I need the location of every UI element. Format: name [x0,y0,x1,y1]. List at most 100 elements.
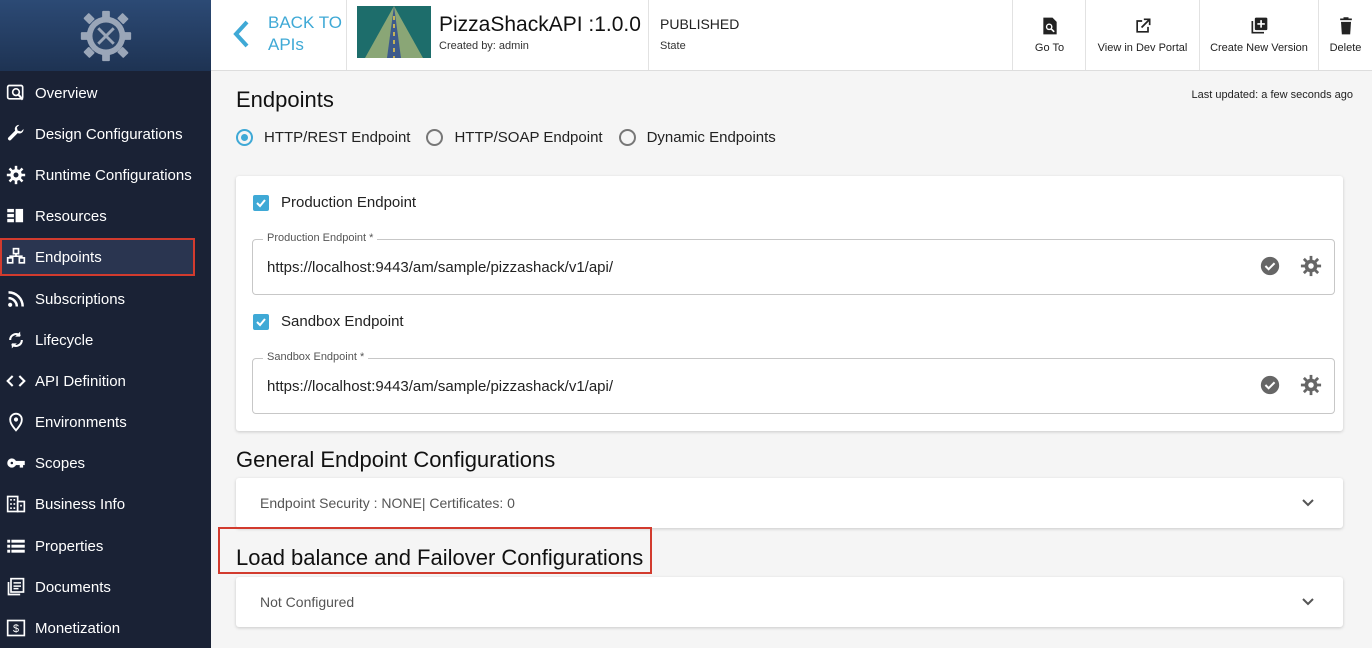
sidebar-item-overview[interactable]: Overview [0,74,211,112]
last-updated: Last updated: a few seconds ago [1191,89,1353,101]
sidebar-item-label: Lifecycle [35,331,94,349]
general-endpoint-configurations-title: General Endpoint Configurations [236,447,556,472]
sidebar-item-label: Environments [35,413,127,431]
rss-icon [0,289,35,309]
sidebar-item-subscriptions[interactable]: Subscriptions [0,280,211,318]
general-endpoint-configurations-accordion[interactable]: Endpoint Security : NONE| Certificates: … [236,478,1343,528]
sidebar-item-label: API Definition [35,372,126,390]
sidebar-item-label: Design Configurations [35,125,183,143]
api-thumbnail [357,6,431,58]
back-to-apis-link[interactable]: BACK TO APIs [211,0,347,70]
add-copy-icon [1251,17,1268,34]
sidebar-item-properties[interactable]: Properties [0,527,211,565]
external-link-icon [1135,18,1150,33]
settings-gear-icon[interactable] [1300,255,1322,277]
sidebar-item-runtime-configurations[interactable]: Runtime Configurations [0,156,211,194]
radio-unselected-icon [618,129,636,146]
sidebar-item-label: Runtime Configurations [35,166,192,184]
delete-button[interactable]: Delete [1318,0,1372,70]
gear-icon [0,165,35,185]
create-new-version-label: Create New Version [1210,42,1308,54]
api-header: BACK TO APIs PizzaShackAPI :1.0.0 Create… [211,0,1372,71]
sidebar-item-label: Business Info [35,495,126,513]
checkbox-label: Sandbox Endpoint [281,313,404,330]
chevron-down-icon [1302,598,1314,606]
resources-icon [0,206,35,226]
sidebar-item-resources[interactable]: Resources [0,197,211,235]
sidebar-item-monetization[interactable]: $ Monetization [0,609,211,647]
back-label-line1: BACK TO [268,13,343,32]
sidebar-item-business-info[interactable]: Business Info [0,485,211,523]
sidebar-item-documents[interactable]: Documents [0,568,211,606]
dollar-icon: $ [0,618,35,638]
field-label: Sandbox Endpoint * [263,351,369,363]
trash-icon [1339,17,1352,35]
view-in-dev-portal-button[interactable]: View in Dev Portal [1085,0,1199,70]
endpoints-card: Production Endpoint Production Endpoint … [236,176,1343,431]
go-to-button[interactable]: Go To [1012,0,1086,70]
create-new-version-button[interactable]: Create New Version [1199,0,1318,70]
back-label-line2: APIs [268,35,304,54]
radio-selected-icon [236,129,253,146]
chevron-down-icon [1302,499,1314,507]
checkbox-checked-icon [253,313,269,330]
endpoint-type-radio-group: HTTP/REST Endpoint HTTP/SOAP Endpoint Dy… [236,129,792,146]
building-icon [0,494,35,514]
sidebar: Overview Design Configurations Runtime C… [0,0,211,648]
radio-http-rest[interactable]: HTTP/REST Endpoint [236,129,410,146]
location-icon [0,412,35,432]
sidebar-item-lifecycle[interactable]: Lifecycle [0,321,211,359]
sidebar-item-design-configurations[interactable]: Design Configurations [0,115,211,153]
page-title: Endpoints [236,87,334,112]
sandbox-endpoint-checkbox[interactable]: Sandbox Endpoint [253,313,404,330]
accordion-summary: Endpoint Security : NONE| Certificates: … [260,495,515,511]
publisher-logo[interactable] [0,0,211,71]
sidebar-item-label: Subscriptions [35,290,126,308]
production-endpoint-checkbox[interactable]: Production Endpoint [253,194,416,211]
sidebar-item-label: Endpoints [35,248,102,266]
sidebar-item-label: Overview [35,84,98,102]
sidebar-item-endpoints[interactable]: Endpoints [0,238,195,276]
sidebar-item-api-definition[interactable]: API Definition [0,362,211,400]
radio-label: Dynamic Endpoints [646,129,776,146]
wrench-icon [0,124,35,144]
endpoints-icon [0,247,35,267]
api-state-label: State [660,40,686,52]
chevron-left-icon [233,20,249,48]
api-name: PizzaShackAPI :1.0.0 [439,13,641,36]
api-state: PUBLISHED [660,16,740,32]
sidebar-item-label: Scopes [35,454,86,472]
radio-label: HTTP/REST Endpoint [264,129,411,146]
list-icon [0,536,35,556]
checkbox-label: Production Endpoint [281,194,417,211]
sidebar-item-label: Resources [35,207,107,225]
production-endpoint-field[interactable]: Production Endpoint * https://localhost:… [252,232,1335,295]
svg-text:$: $ [13,623,19,635]
divider [648,0,649,70]
key-icon [0,453,35,473]
cycle-icon [0,330,35,350]
settings-gear-icon[interactable] [1300,374,1322,396]
sidebar-item-environments[interactable]: Environments [0,403,211,441]
sandbox-endpoint-value[interactable]: https://localhost:9443/am/sample/pizzash… [267,378,613,395]
production-endpoint-value[interactable]: https://localhost:9443/am/sample/pizzash… [267,259,613,276]
sidebar-item-label: Properties [35,537,104,555]
search-doc-icon [1042,17,1057,35]
sidebar-item-scopes[interactable]: Scopes [0,444,211,482]
sandbox-endpoint-field[interactable]: Sandbox Endpoint * https://localhost:944… [252,351,1335,414]
go-to-label: Go To [1034,42,1065,54]
gear-tools-icon [80,10,131,61]
main-content: Endpoints Last updated: a few seconds ag… [211,71,1372,648]
check-circle-icon[interactable] [1259,374,1281,396]
sidebar-item-label: Documents [35,578,111,596]
radio-dynamic[interactable]: Dynamic Endpoints [618,129,776,146]
view-in-dev-portal-label: View in Dev Portal [1097,42,1188,54]
sidebar-item-label: Monetization [35,619,121,637]
load-balance-failover-title: Load balance and Failover Configurations [236,545,644,570]
load-balance-failover-accordion[interactable]: Not Configured [236,577,1343,627]
accordion-summary: Not Configured [260,594,355,610]
check-circle-icon[interactable] [1259,255,1281,277]
radio-http-soap[interactable]: HTTP/SOAP Endpoint [426,129,603,146]
field-label: Production Endpoint * [263,232,378,244]
radio-label: HTTP/SOAP Endpoint [454,129,603,146]
